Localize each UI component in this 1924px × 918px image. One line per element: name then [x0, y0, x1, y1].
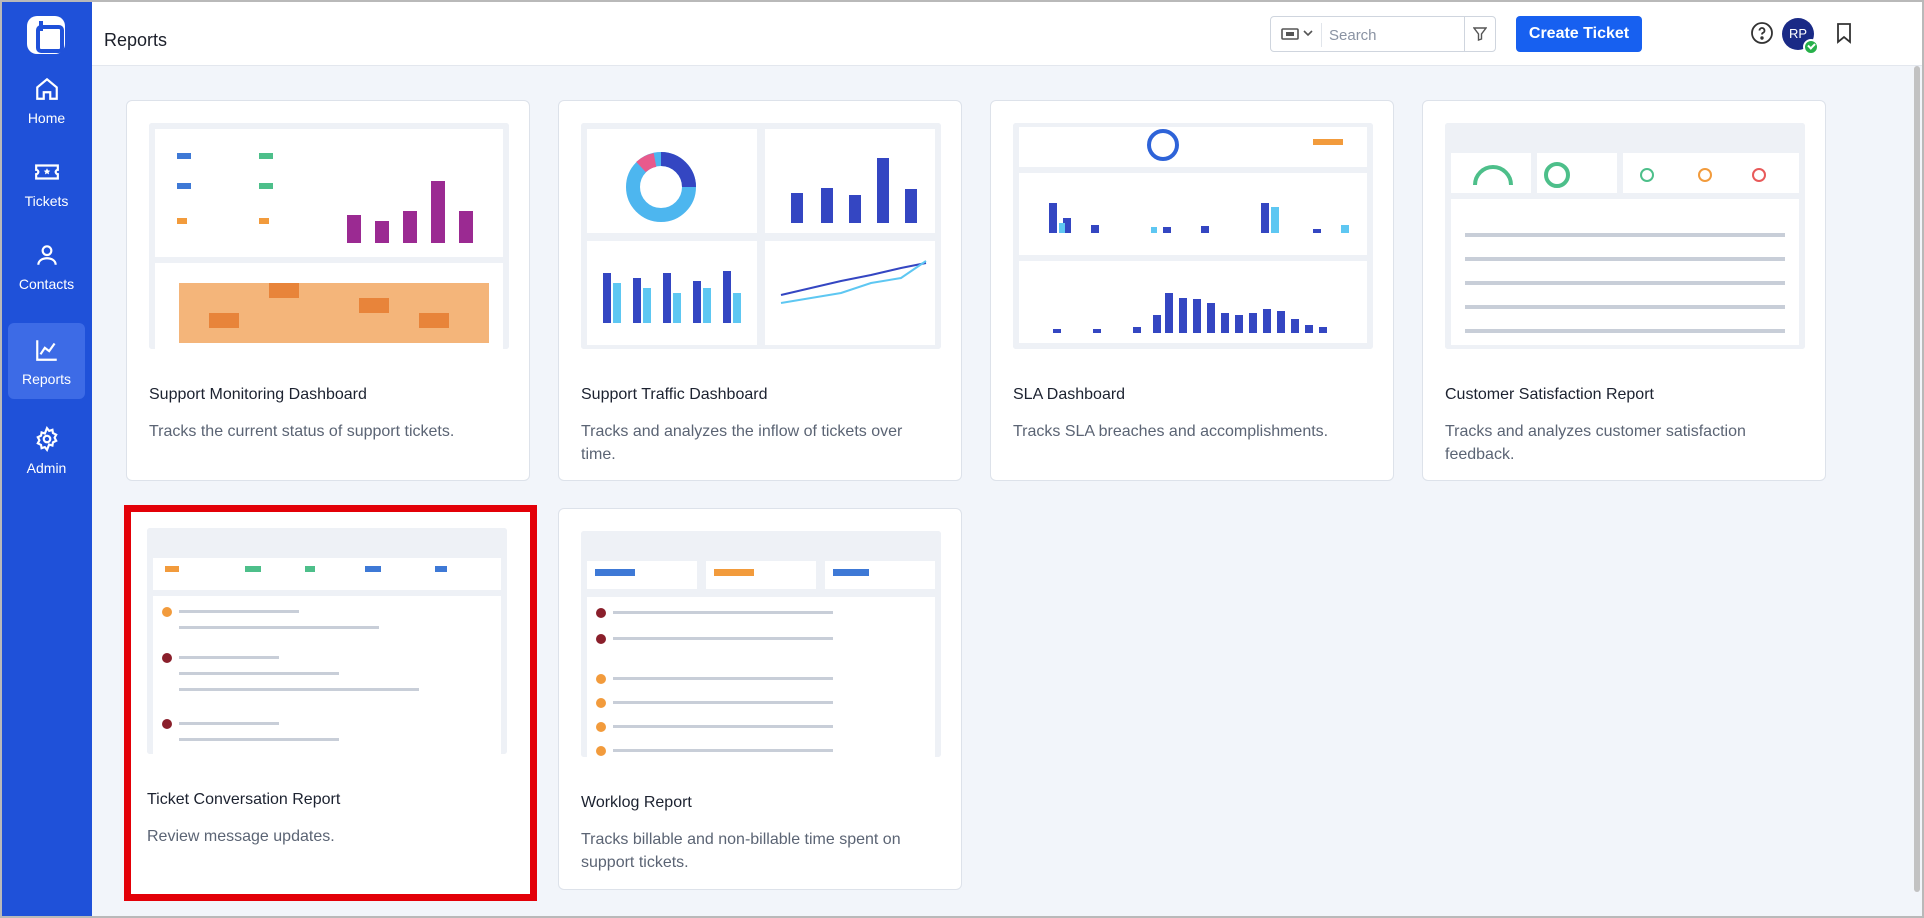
report-card-support-monitoring[interactable]: Support Monitoring Dashboard Tracks the …	[126, 100, 530, 481]
report-title: Worklog Report	[581, 794, 692, 811]
sidebar: Home Tickets Contacts Reports Admin	[0, 0, 92, 918]
help-icon[interactable]	[1750, 21, 1774, 45]
chart-line-icon	[36, 340, 57, 361]
sidebar-item-reports[interactable]: Reports	[8, 323, 85, 399]
report-card-support-traffic[interactable]: Support Traffic Dashboard Tracks and ana…	[558, 100, 962, 481]
report-title: SLA Dashboard	[1013, 386, 1126, 403]
page-scrollbar[interactable]	[1912, 66, 1922, 906]
search-input[interactable]	[1329, 23, 1461, 47]
sidebar-item-home[interactable]: Home	[8, 62, 85, 138]
report-thumbnail	[1013, 123, 1373, 349]
report-title: Ticket Conversation Report	[147, 791, 341, 808]
report-description: Tracks and analyzes the inflow of ticket…	[581, 423, 903, 463]
top-header: Reports	[92, 0, 1924, 66]
ticket-type-icon[interactable]	[1281, 27, 1299, 41]
sidebar-item-contacts[interactable]: Contacts	[8, 228, 85, 304]
report-thumbnail	[149, 123, 509, 349]
report-thumbnail	[581, 123, 941, 349]
report-card-sla[interactable]: SLA Dashboard Tracks SLA breaches and ac…	[990, 100, 1394, 481]
ticket-icon	[35, 164, 59, 180]
sidebar-item-label: Tickets	[24, 193, 69, 209]
home-icon	[36, 77, 58, 100]
report-thumbnail	[1445, 123, 1805, 349]
report-title: Customer Satisfaction Report	[1445, 386, 1654, 403]
app-logo[interactable]	[27, 16, 65, 54]
report-card-worklog[interactable]: Worklog Report Tracks billable and non-b…	[558, 508, 962, 890]
scrollbar-thumb[interactable]	[1914, 66, 1920, 892]
sidebar-item-label: Reports	[21, 371, 72, 387]
chevron-down-icon[interactable]	[1303, 29, 1313, 37]
page-title: Reports	[104, 30, 168, 50]
report-description: Tracks and analyzes customer satisfactio…	[1445, 423, 1746, 463]
report-thumbnail	[581, 531, 941, 757]
sidebar-item-label: Home	[27, 110, 66, 126]
report-card-customer-satisfaction[interactable]: Customer Satisfaction Report Tracks and …	[1422, 100, 1826, 481]
gear-icon	[36, 426, 58, 452]
online-status-badge	[1803, 39, 1819, 55]
search-divider	[1321, 23, 1322, 47]
filter-button[interactable]	[1464, 17, 1495, 51]
filter-icon	[1473, 27, 1487, 41]
sidebar-item-label: Admin	[26, 460, 67, 476]
sidebar-item-admin[interactable]: Admin	[8, 412, 85, 488]
report-description: Tracks SLA breaches and accomplishments.	[1013, 423, 1329, 440]
search-bar	[1270, 16, 1496, 52]
report-title: Support Traffic Dashboard	[581, 386, 768, 403]
sidebar-item-tickets[interactable]: Tickets	[8, 145, 85, 221]
create-ticket-button[interactable]: Create Ticket	[1516, 16, 1642, 52]
person-icon	[37, 245, 57, 265]
report-thumbnail	[147, 528, 507, 754]
report-description: Tracks the current status of support tic…	[149, 423, 455, 440]
sidebar-item-label: Contacts	[18, 276, 75, 292]
report-description: Tracks billable and non-billable time sp…	[581, 831, 901, 871]
report-card-ticket-conversation[interactable]: Ticket Conversation Report Review messag…	[124, 505, 537, 901]
report-description: Review message updates.	[147, 828, 335, 845]
bookmark-icon[interactable]	[1832, 21, 1856, 45]
report-title: Support Monitoring Dashboard	[149, 386, 367, 403]
